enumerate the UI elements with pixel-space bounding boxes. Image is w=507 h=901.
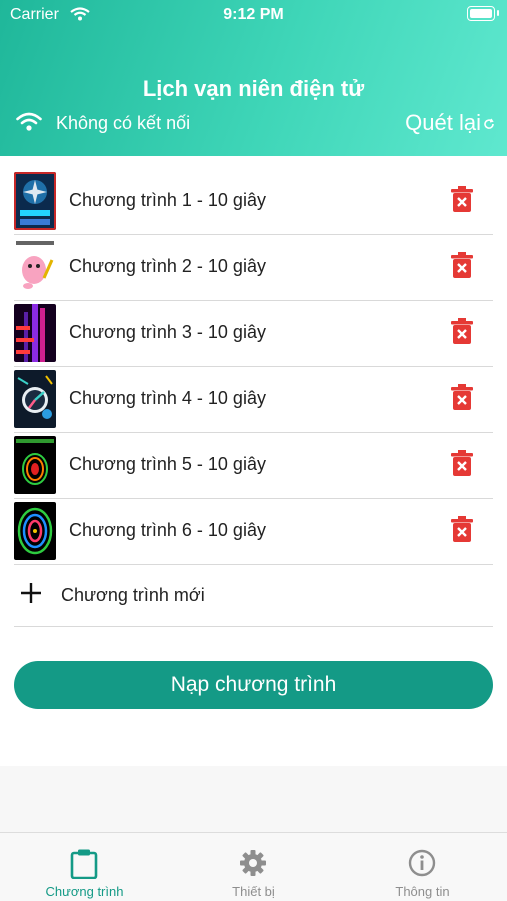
tab-label: Thiết bị xyxy=(232,884,275,899)
tab-devices[interactable]: Thiết bị xyxy=(169,833,338,901)
rescan-label: Quét lại xyxy=(405,110,481,135)
tab-label: Chương trình xyxy=(45,884,124,899)
gear-icon xyxy=(239,849,267,882)
plus-icon xyxy=(20,582,42,607)
tab-bar: Chương trình Thiết bị Thông tin xyxy=(0,832,507,901)
trash-icon[interactable] xyxy=(451,186,473,217)
program-label: Chương trình 5 - 10 giây xyxy=(69,454,266,474)
tab-info[interactable]: Thông tin xyxy=(338,833,507,901)
program-thumbnail xyxy=(14,304,56,362)
program-thumbnail xyxy=(14,238,56,296)
program-list: Chương trình 1 - 10 giây Chương trình 2 … xyxy=(0,156,507,766)
connection-status: Không có kết nối xyxy=(56,113,191,133)
header: Carrier 9:12 PM Lịch vạn niên điện tử Kh… xyxy=(0,0,507,156)
program-row[interactable]: Chương trình 4 - 10 giây xyxy=(14,366,493,433)
wifi-icon xyxy=(16,112,42,137)
trash-icon[interactable] xyxy=(451,252,473,283)
program-row[interactable]: Chương trình 3 - 10 giây xyxy=(14,300,493,367)
program-thumbnail xyxy=(14,436,56,494)
new-program-label: Chương trình mới xyxy=(61,585,205,605)
program-thumbnail xyxy=(14,370,56,428)
battery-icon xyxy=(467,6,499,21)
page-title: Lịch vạn niên điện tử xyxy=(142,76,365,101)
load-program-button[interactable]: Nạp chương trình xyxy=(14,661,493,709)
trash-icon[interactable] xyxy=(451,450,473,481)
program-label: Chương trình 4 - 10 giây xyxy=(69,388,266,408)
refresh-icon xyxy=(483,110,495,136)
program-thumbnail xyxy=(14,502,56,560)
trash-icon[interactable] xyxy=(451,516,473,547)
tab-programs[interactable]: Chương trình xyxy=(0,833,169,901)
clock: 9:12 PM xyxy=(223,6,284,23)
new-program-row[interactable]: Chương trình mới xyxy=(14,566,493,627)
rescan-button[interactable]: Quét lại xyxy=(405,110,495,136)
tab-label: Thông tin xyxy=(395,884,450,899)
program-label: Chương trình 3 - 10 giây xyxy=(69,322,266,342)
program-thumbnail xyxy=(14,172,56,230)
info-icon xyxy=(408,849,436,882)
program-row[interactable]: Chương trình 1 - 10 giây xyxy=(14,168,493,235)
program-row[interactable]: Chương trình 2 - 10 giây xyxy=(14,234,493,301)
clipboard-icon xyxy=(70,849,98,884)
program-row[interactable]: Chương trình 5 - 10 giây xyxy=(14,432,493,499)
program-label: Chương trình 1 - 10 giây xyxy=(69,190,266,210)
trash-icon[interactable] xyxy=(451,318,473,349)
program-label: Chương trình 6 - 10 giây xyxy=(69,520,266,540)
program-row[interactable]: Chương trình 6 - 10 giây xyxy=(14,498,493,565)
status-bar: Carrier 9:12 PM xyxy=(0,0,507,32)
trash-icon[interactable] xyxy=(451,384,473,415)
program-label: Chương trình 2 - 10 giây xyxy=(69,256,266,276)
